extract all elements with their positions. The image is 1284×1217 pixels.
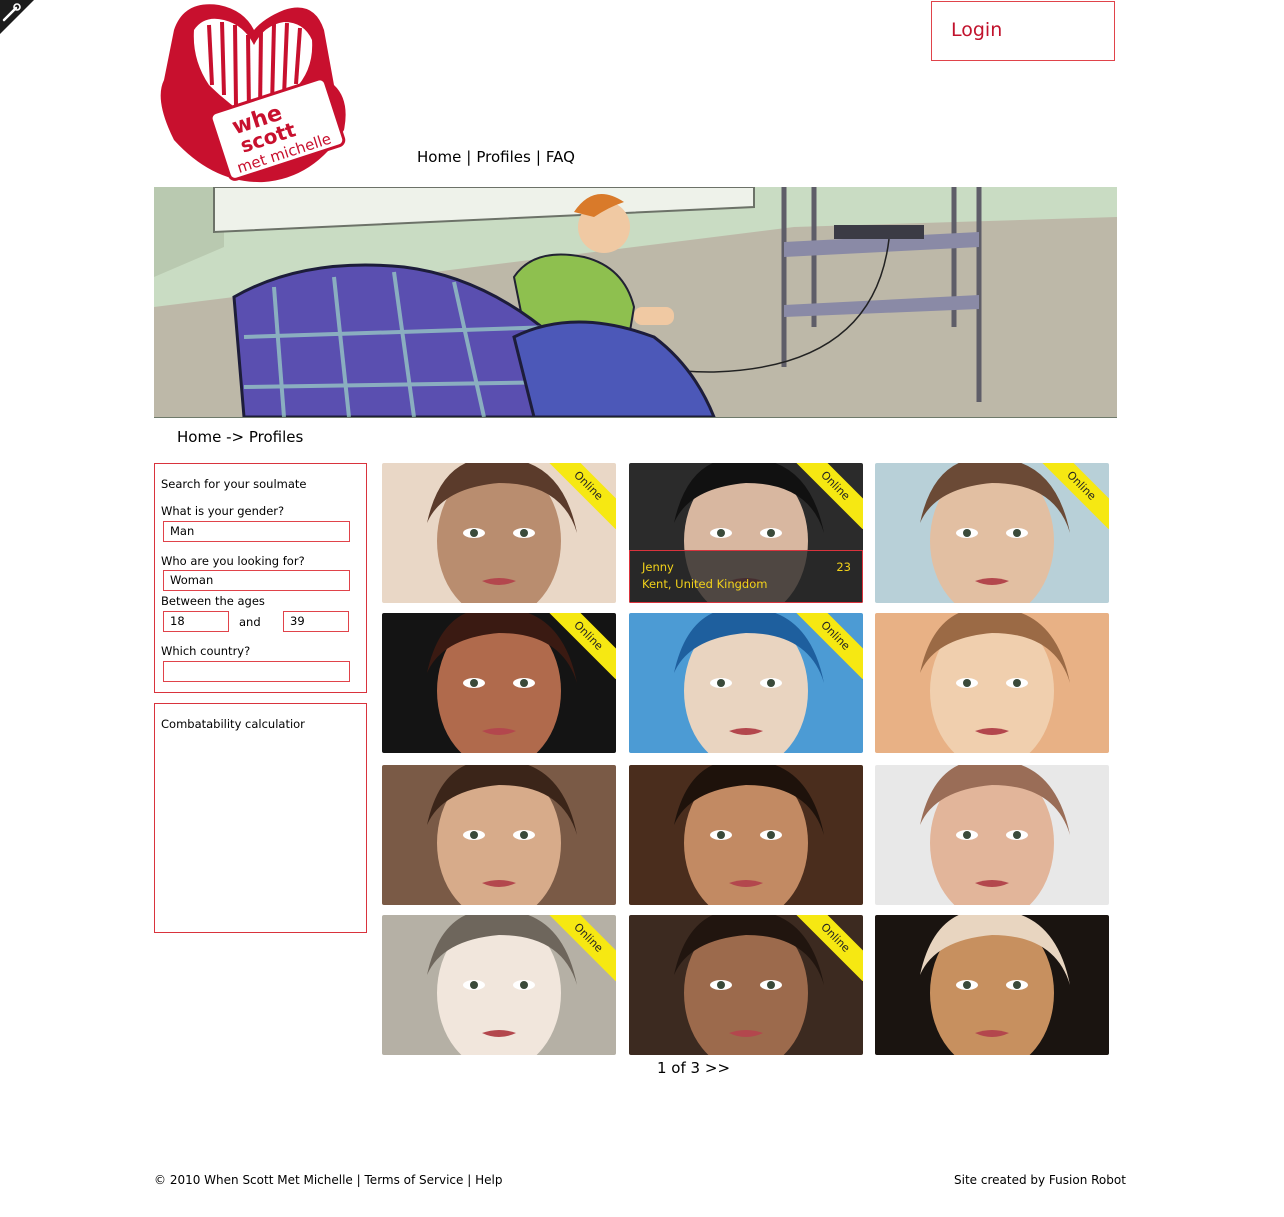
ages-and-label: and [239,615,261,629]
nav-separator: | [466,148,472,166]
compatibility-title: Combatability calculatior [161,717,305,731]
profile-card[interactable] [875,613,1109,753]
footer-separator: | [356,1173,361,1187]
age-max-input[interactable]: 39 [283,611,349,632]
nav-profiles-link[interactable]: Profiles [476,148,530,166]
country-label: Which country? [161,644,251,658]
profile-name: Jenny [642,560,674,574]
profile-card[interactable]: Online [875,463,1109,603]
login-box: Login [931,1,1115,61]
copyright-text: © 2010 When Scott Met Michelle [154,1173,353,1187]
age-min-input[interactable]: 18 [163,611,229,632]
profile-photo [382,765,616,905]
nav-home-link[interactable]: Home [417,148,461,166]
profile-card[interactable] [382,765,616,905]
footer-links: © 2010 When Scott Met Michelle | Terms o… [154,1173,502,1187]
gender-label: What is your gender? [161,504,285,518]
ages-label: Between the ages [161,594,265,608]
profile-card[interactable] [629,765,863,905]
profile-location: Kent, United Kingdom [642,577,768,591]
profile-photo [629,765,863,905]
compatibility-panel: Combatability calculatior [154,703,367,933]
profile-age: 23 [836,560,851,574]
login-link[interactable]: Login [951,19,1002,41]
profile-photo [875,915,1109,1055]
profile-photo [875,765,1109,905]
profile-info-overlay: Jenny 23 Kent, United Kingdom [629,550,863,603]
profile-card[interactable] [875,915,1109,1055]
looking-for-label: Who are you looking for? [161,554,305,568]
looking-for-select[interactable]: Woman [163,570,350,591]
profile-card[interactable]: Online [382,463,616,603]
profile-card[interactable]: Online [382,613,616,753]
search-panel: Search for your soulmate What is your ge… [154,463,367,693]
nav-faq-link[interactable]: FAQ [546,148,575,166]
main-nav: Home | Profiles | FAQ [417,148,575,166]
profile-card[interactable]: Online [382,915,616,1055]
profile-card[interactable]: Online Jenny 23 Kent, United Kingdom [629,463,863,603]
breadcrumb-current: Profiles [248,428,304,446]
search-title: Search for your soulmate [161,477,307,491]
profile-photo [875,613,1109,753]
footer-separator: | [467,1173,472,1187]
page-indicator: 1 of 3 [657,1059,701,1077]
country-input[interactable] [163,661,350,682]
profile-card[interactable] [875,765,1109,905]
profile-card[interactable]: Online [629,613,863,753]
breadcrumb: Home -> Profiles [177,428,303,446]
pagination: 1 of 3 >> [657,1059,730,1077]
site-logo[interactable]: whe scott met michelle [154,0,349,184]
next-page-link[interactable]: >> [705,1059,730,1077]
nav-separator: | [535,148,541,166]
breadcrumb-arrow: -> [226,428,245,446]
wrench-icon[interactable] [0,0,34,34]
site-credit: Site created by Fusion Robot [954,1173,1126,1187]
help-link[interactable]: Help [475,1173,502,1187]
banner-image [154,187,1117,418]
gender-select[interactable]: Man [163,521,350,542]
breadcrumb-home-link[interactable]: Home [177,428,221,446]
terms-link[interactable]: Terms of Service [365,1173,464,1187]
profile-card[interactable]: Online [629,915,863,1055]
